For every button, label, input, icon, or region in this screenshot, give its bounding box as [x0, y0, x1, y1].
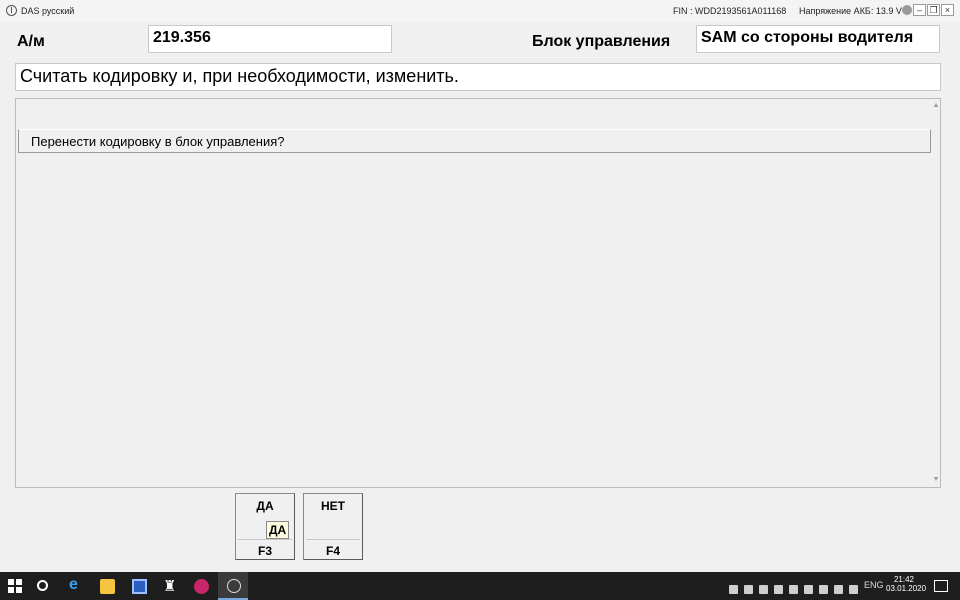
main-window: А/м 219.356 Блок управления SAM со сторо…: [0, 22, 960, 572]
vehicle-field: 219.356: [148, 25, 392, 53]
content-panel: Перенести кодировку в блок управления? ▲…: [15, 98, 941, 488]
power-icon[interactable]: [759, 585, 768, 594]
no-label: НЕТ: [321, 499, 345, 513]
fin-readout: FIN : WDD2193561A011168: [673, 6, 787, 16]
usb-icon[interactable]: [729, 585, 738, 594]
control-unit-field: SAM со стороны водителя: [696, 25, 940, 53]
question-row: Перенести кодировку в блок управления?: [18, 129, 931, 153]
folder-icon[interactable]: [774, 585, 783, 594]
scroll-down-arrow-icon[interactable]: ▼: [931, 475, 941, 485]
maximize-button[interactable]: ❐: [927, 4, 940, 16]
app-tray-icon[interactable]: [804, 585, 813, 594]
minimize-button[interactable]: –: [913, 4, 926, 16]
chess-piece-icon[interactable]: ♜: [163, 577, 178, 595]
divider: [238, 539, 292, 540]
titlebar: DAS русский FIN : WDD2193561A011168 Напр…: [0, 0, 960, 23]
instruction-text: Считать кодировку и, при необходимости, …: [15, 63, 941, 91]
battery-voltage-readout: Напряжение АКБ: 13.9 V: [799, 6, 902, 16]
notification-icon[interactable]: [934, 580, 948, 592]
clock-time: 21:42: [893, 575, 915, 584]
windows-start-icon[interactable]: [8, 579, 23, 594]
taskbar: e ♜ ENG 21:42 03.01.2020: [0, 572, 960, 600]
divider: [306, 539, 360, 540]
yes-key-label: F3: [257, 544, 272, 558]
vehicle-label: А/м: [17, 33, 45, 50]
folder-icon[interactable]: [100, 579, 115, 594]
search-icon[interactable]: [37, 580, 48, 591]
yes-button[interactable]: ДА ДА F3: [235, 493, 295, 560]
system-tray-icons[interactable]: [729, 581, 864, 599]
clock[interactable]: 21:42 03.01.2020: [886, 575, 927, 593]
close-button[interactable]: ×: [941, 4, 954, 16]
no-key-label: F4: [325, 544, 340, 558]
volume-icon[interactable]: [849, 585, 858, 594]
mercedes-star-icon: [227, 579, 241, 593]
mercedes-star-icon: [6, 5, 17, 16]
network-icon[interactable]: [834, 585, 843, 594]
battery-icon[interactable]: [819, 585, 828, 594]
language-indicator[interactable]: ENG: [864, 580, 884, 590]
status-indicator-icon: [902, 5, 912, 15]
yes-tooltip: ДА: [266, 521, 290, 539]
app-icon[interactable]: [194, 579, 209, 594]
window-title: DAS русский: [21, 6, 75, 16]
scroll-up-arrow-icon[interactable]: ▲: [931, 101, 941, 111]
clock-date: 03.01.2020: [886, 584, 927, 593]
no-button[interactable]: НЕТ F4: [303, 493, 363, 560]
yes-label: ДА: [256, 499, 274, 513]
floppy-disk-icon[interactable]: [132, 579, 147, 594]
das-taskbar-icon[interactable]: [218, 572, 248, 600]
shield-icon[interactable]: [744, 585, 753, 594]
control-unit-label: Блок управления: [532, 33, 671, 50]
edge-browser-icon[interactable]: e: [69, 576, 84, 593]
printer-icon[interactable]: [789, 585, 798, 594]
